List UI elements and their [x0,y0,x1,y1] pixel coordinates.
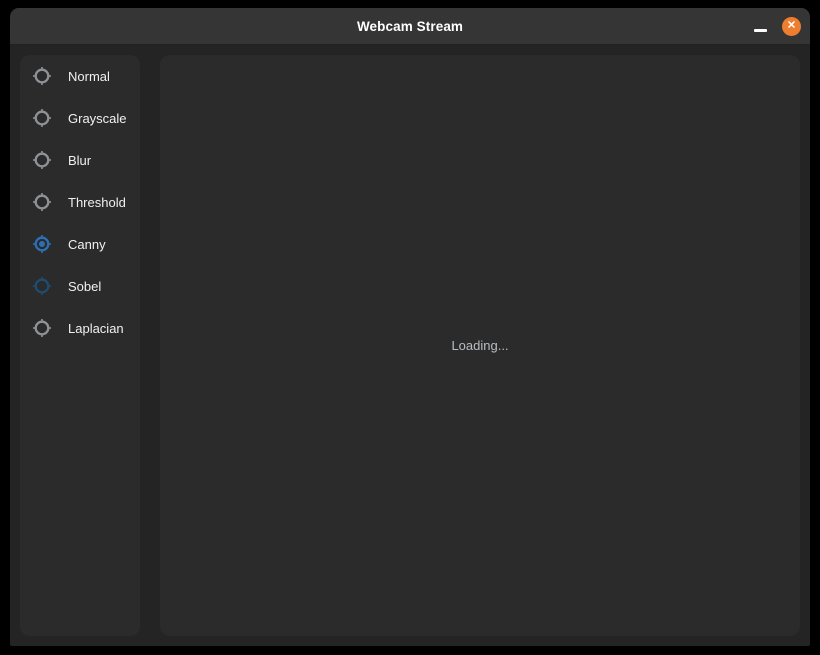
titlebar[interactable]: Webcam Stream ✕ [10,8,810,45]
minimize-icon [753,29,767,32]
loading-status-text: Loading... [451,338,509,353]
app-window: Webcam Stream ✕ Normal Grayscale Blur Th… [10,8,810,646]
filter-option-sobel[interactable]: Sobel [20,265,140,307]
radio-icon-selected [33,235,51,253]
filter-option-grayscale[interactable]: Grayscale [20,97,140,139]
window-content: Normal Grayscale Blur Threshold Canny So… [10,45,810,646]
radio-icon [33,67,51,85]
filter-option-normal[interactable]: Normal [20,55,140,97]
filter-sidebar: Normal Grayscale Blur Threshold Canny So… [20,55,140,636]
filter-option-threshold[interactable]: Threshold [20,181,140,223]
video-stream-panel: Loading... [160,55,800,636]
filter-option-laplacian[interactable]: Laplacian [20,307,140,349]
filter-option-label: Normal [68,68,110,84]
filter-option-label: Sobel [68,278,102,294]
filter-option-label: Grayscale [68,110,127,126]
filter-option-label: Laplacian [68,320,124,336]
radio-icon [33,151,51,169]
minimize-button[interactable] [748,8,772,45]
radio-icon [33,319,51,337]
filter-option-label: Blur [68,152,92,168]
radio-icon [33,277,51,295]
close-icon: ✕ [786,19,797,32]
filter-option-label: Threshold [68,194,126,210]
window-title: Webcam Stream [356,19,464,34]
filter-option-label: Canny [68,236,106,252]
filter-option-canny[interactable]: Canny [20,223,140,265]
radio-icon [33,193,51,211]
close-button[interactable]: ✕ [782,17,801,36]
radio-icon [33,109,51,127]
filter-option-blur[interactable]: Blur [20,139,140,181]
